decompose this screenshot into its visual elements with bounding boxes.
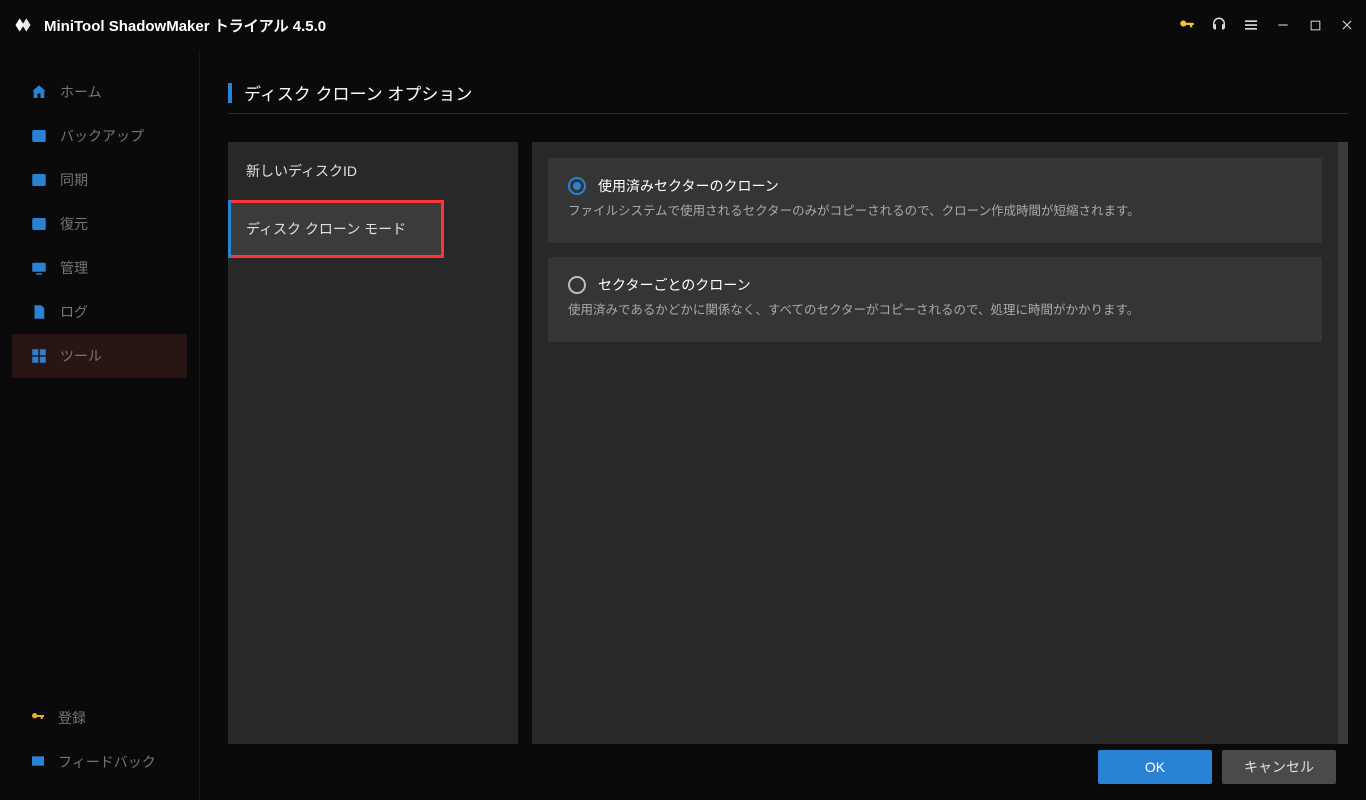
option-description: ファイルシステムで使用されるセクターのみがコピーされるので、クローン作成時間が短…: [568, 202, 1302, 221]
option-sector-by-sector-clone[interactable]: セクターごとのクローン 使用済みであるかどかに関係なく、すべてのセクターがコピー…: [548, 257, 1322, 342]
sidebar-item-backup[interactable]: バックアップ: [12, 114, 187, 158]
sidebar-bottom-label: フィードバック: [58, 752, 156, 772]
sidebar-item-restore[interactable]: 復元: [12, 202, 187, 246]
sidebar-item-label: ホーム: [60, 82, 102, 102]
register-key-icon: [30, 709, 46, 728]
sidebar-register[interactable]: 登録: [0, 696, 199, 740]
titlebar-right: [1178, 16, 1356, 34]
home-icon: [30, 83, 48, 101]
sidebar-item-label: 管理: [60, 258, 88, 278]
maximize-icon[interactable]: [1306, 16, 1324, 34]
app-title: MiniTool ShadowMaker トライアル 4.5.0: [44, 15, 326, 36]
ok-button[interactable]: OK: [1098, 750, 1212, 784]
sidebar: ホーム バックアップ 同期 復元: [0, 50, 200, 800]
option-used-sector-clone[interactable]: 使用済みセクターのクローン ファイルシステムで使用されるセクターのみがコピーされ…: [548, 158, 1322, 243]
key-icon[interactable]: [1178, 16, 1196, 34]
option-title: 使用済みセクターのクローン: [598, 176, 779, 196]
cancel-button-label: キャンセル: [1244, 757, 1314, 777]
sidebar-item-label: 同期: [60, 170, 88, 190]
titlebar-left: MiniTool ShadowMaker トライアル 4.5.0: [12, 14, 326, 36]
sidebar-item-label: バックアップ: [60, 126, 144, 146]
option-category-list: 新しいディスクID ディスク クローン モード: [228, 142, 518, 744]
category-accent: [228, 200, 231, 258]
sidebar-item-label: ログ: [60, 302, 88, 322]
option-category-label: 新しいディスクID: [246, 161, 357, 181]
content: ディスク クローン オプション 新しいディスクID ディスク クローン モード: [200, 50, 1366, 800]
option-panel-wrap: 使用済みセクターのクローン ファイルシステムで使用されるセクターのみがコピーされ…: [532, 142, 1348, 736]
feedback-mail-icon: [30, 753, 46, 772]
sidebar-item-tools[interactable]: ツール: [12, 334, 187, 378]
page-header: ディスク クローン オプション: [228, 80, 1348, 105]
scrollbar-track[interactable]: [1338, 142, 1348, 744]
radio-icon[interactable]: [568, 276, 586, 294]
option-head: セクターごとのクローン: [568, 275, 1302, 295]
option-head: 使用済みセクターのクローン: [568, 176, 1302, 196]
radio-icon[interactable]: [568, 177, 586, 195]
sidebar-item-logs[interactable]: ログ: [12, 290, 187, 334]
sidebar-item-manage[interactable]: 管理: [12, 246, 187, 290]
option-title: セクターごとのクローン: [598, 275, 751, 295]
sidebar-bottom: 登録 フィードバック: [0, 696, 199, 800]
option-category-clone-mode[interactable]: ディスク クローン モード: [228, 200, 444, 258]
log-icon: [30, 303, 48, 321]
page-header-accent: [228, 83, 232, 103]
option-category-label: ディスク クローン モード: [246, 219, 406, 239]
option-description: 使用済みであるかどかに関係なく、すべてのセクターがコピーされるので、処理に時間が…: [568, 301, 1302, 320]
menu-icon[interactable]: [1242, 16, 1260, 34]
footer: OK キャンセル: [228, 736, 1348, 790]
sync-icon: [30, 171, 48, 189]
sidebar-item-home[interactable]: ホーム: [12, 70, 187, 114]
sidebar-bottom-label: 登録: [58, 708, 86, 728]
main-area: ホーム バックアップ 同期 復元: [0, 50, 1366, 800]
option-panel: 使用済みセクターのクローン ファイルシステムで使用されるセクターのみがコピーされ…: [532, 142, 1338, 744]
nav-list: ホーム バックアップ 同期 復元: [0, 70, 199, 696]
option-category-new-disk-id[interactable]: 新しいディスクID: [228, 142, 518, 200]
ok-button-label: OK: [1145, 759, 1165, 775]
tools-icon: [30, 347, 48, 365]
minimize-icon[interactable]: [1274, 16, 1292, 34]
close-icon[interactable]: [1338, 16, 1356, 34]
sidebar-item-sync[interactable]: 同期: [12, 158, 187, 202]
sidebar-item-label: ツール: [60, 346, 102, 366]
manage-icon: [30, 259, 48, 277]
radio-inner-icon: [573, 182, 581, 190]
page-title: ディスク クローン オプション: [244, 80, 472, 105]
page-divider: [228, 113, 1348, 114]
backup-icon: [30, 127, 48, 145]
sidebar-feedback[interactable]: フィードバック: [0, 740, 199, 784]
cancel-button[interactable]: キャンセル: [1222, 750, 1336, 784]
headset-icon[interactable]: [1210, 16, 1228, 34]
sidebar-item-label: 復元: [60, 214, 88, 234]
restore-icon: [30, 215, 48, 233]
app-logo-icon: [12, 14, 34, 36]
titlebar: MiniTool ShadowMaker トライアル 4.5.0: [0, 0, 1366, 50]
panels: 新しいディスクID ディスク クローン モード 使用済みセクターのクロ: [228, 142, 1348, 736]
